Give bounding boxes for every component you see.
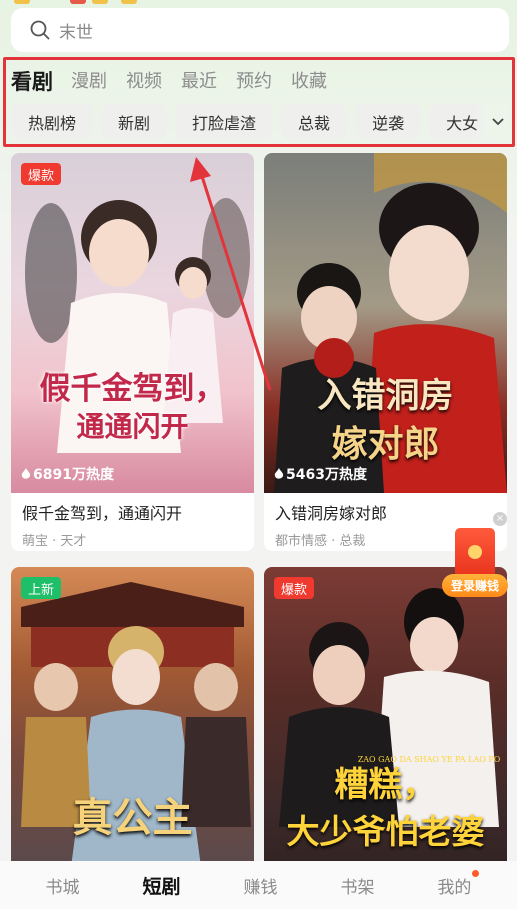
- chip-ceo[interactable]: 总裁: [281, 104, 348, 139]
- status-badge: 爆款: [21, 163, 62, 185]
- status-icon: [121, 0, 137, 4]
- nav-bookshelf[interactable]: 书架: [340, 873, 374, 898]
- status-bar: [0, 0, 517, 4]
- tab-recent[interactable]: 最近: [181, 68, 217, 96]
- poster-title-art: 假千金驾到，: [39, 371, 226, 407]
- nav-short-drama[interactable]: 短剧: [142, 872, 180, 899]
- bottom-nav: 书城 短剧 赚钱 书架 我的: [0, 861, 517, 909]
- nav-earn[interactable]: 赚钱: [243, 873, 277, 898]
- status-icon: [70, 0, 86, 4]
- poster-title-art: 嫁对郎: [331, 423, 440, 465]
- drama-card[interactable]: 爆款 糟糕， ZAO GAO DA SHAO YE PA LAO PO 大少爷怕…: [264, 567, 507, 907]
- status-icon: [14, 0, 30, 4]
- poster-artwork: [21, 582, 251, 867]
- tab-reserve[interactable]: 预约: [236, 68, 272, 96]
- drama-card[interactable]: 上新 真公主: [11, 567, 254, 907]
- tab-video[interactable]: 视频: [126, 68, 162, 96]
- search-input[interactable]: 末世: [59, 18, 93, 43]
- heat-count: 6891万热度: [21, 464, 114, 484]
- heat-count: 5463万热度: [274, 464, 367, 484]
- drama-title[interactable]: 假千金驾到，通通闪开: [22, 500, 243, 524]
- flame-icon: [21, 468, 31, 479]
- genre-chips: 热剧榜 新剧 打脸虐渣 总裁 逆袭 大女: [11, 104, 507, 140]
- search-bar[interactable]: 末世: [11, 8, 509, 52]
- drama-poster[interactable]: 入错洞房 嫁对郎 5463万热度: [264, 153, 507, 493]
- heat-value: 6891万热度: [33, 467, 114, 483]
- drama-tags: 萌宝 · 天才: [22, 534, 87, 549]
- heat-value: 5463万热度: [286, 467, 367, 483]
- chip-face-slap[interactable]: 打脸虐渣: [175, 104, 274, 139]
- status-badge: 上新: [21, 577, 62, 599]
- drama-card[interactable]: 入错洞房 嫁对郎 5463万热度 入错洞房嫁对郎 都市情感 · 总裁: [264, 153, 507, 551]
- search-icon: [30, 20, 50, 40]
- poster-title-art: 大少爷怕老婆: [286, 812, 485, 851]
- poster-title-art: 真公主: [72, 794, 193, 841]
- poster-title-art: 通通闪开: [76, 410, 189, 443]
- status-icon: [92, 0, 108, 4]
- nav-profile[interactable]: 我的: [437, 869, 480, 898]
- poster-title-art: 入错洞房: [317, 376, 454, 416]
- chip-new[interactable]: 新剧: [101, 104, 168, 139]
- chevron-down-icon: [492, 118, 504, 126]
- close-icon[interactable]: ×: [493, 512, 507, 526]
- login-reward-widget[interactable]: × 登录赚钱: [442, 512, 510, 598]
- nav-profile-label: 我的: [437, 877, 472, 898]
- notification-dot: [472, 869, 480, 877]
- card-info: 假千金驾到，通通闪开 萌宝 · 天才: [11, 493, 254, 551]
- chip-hot-ranking[interactable]: 热剧榜: [11, 104, 94, 139]
- tab-comic-drama[interactable]: 漫剧: [71, 68, 107, 96]
- content-tabs: 看剧 漫剧 视频 最近 预约 收藏: [11, 66, 346, 96]
- expand-chips-button[interactable]: [473, 104, 509, 140]
- tab-watch-drama[interactable]: 看剧: [11, 68, 53, 96]
- nav-bookstore[interactable]: 书城: [45, 873, 79, 898]
- poster-artwork: [279, 588, 499, 827]
- drama-poster[interactable]: 上新 真公主: [11, 567, 254, 907]
- chip-comeback[interactable]: 逆袭: [355, 104, 422, 139]
- drama-poster[interactable]: 爆款 糟糕， ZAO GAO DA SHAO YE PA LAO PO 大少爷怕…: [264, 567, 507, 907]
- red-packet-icon: [455, 528, 495, 578]
- login-earn-label[interactable]: 登录赚钱: [442, 574, 508, 597]
- tab-favorites[interactable]: 收藏: [291, 68, 327, 96]
- status-badge: 爆款: [274, 577, 315, 599]
- poster-pinyin: ZAO GAO DA SHAO YE PA LAO PO: [357, 755, 501, 764]
- poster-title-art: 糟糕，: [334, 765, 437, 805]
- flame-icon: [274, 468, 284, 479]
- drama-poster[interactable]: 爆款 假千金驾到， 通通闪开 6891万热度: [11, 153, 254, 493]
- drama-card[interactable]: 爆款 假千金驾到， 通通闪开 6891万热度 假千金驾到，通通闪开 萌宝 · 天…: [11, 153, 254, 551]
